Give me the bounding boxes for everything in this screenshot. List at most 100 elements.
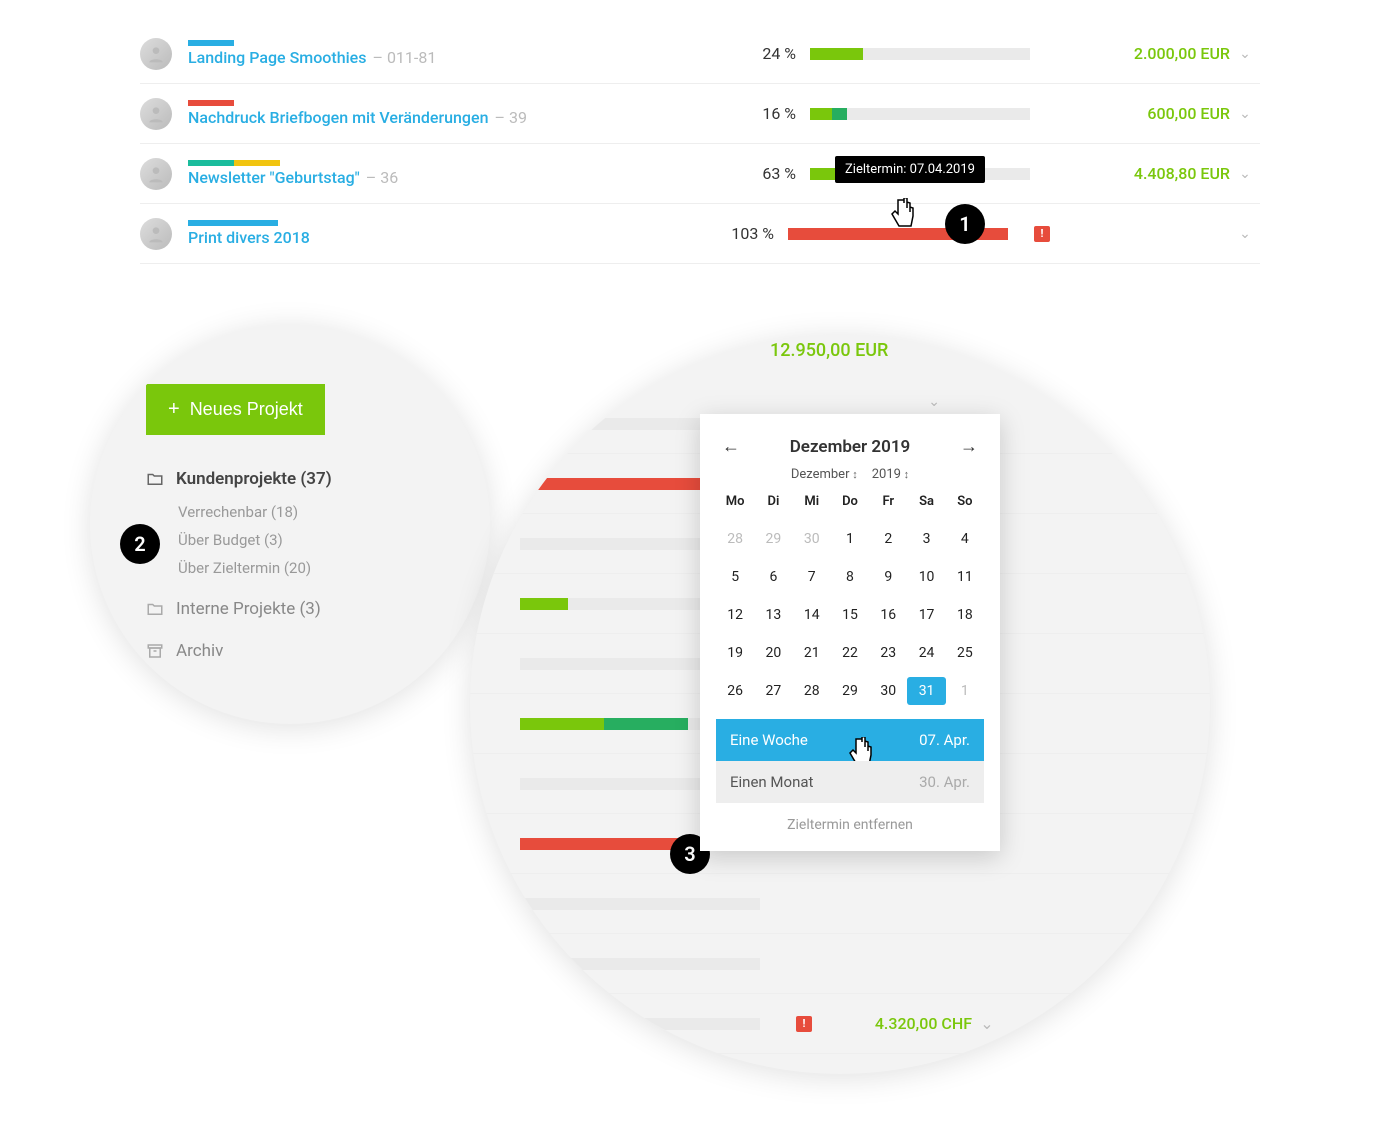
calendar-day[interactable]: 2 xyxy=(869,525,907,553)
calendar-day[interactable]: 30 xyxy=(869,677,907,705)
bg-row: !4.320,00 CHF⌄ xyxy=(470,994,1210,1054)
date-picker: ← Dezember 2019 → Dezember 2019 MoDiMiDo… xyxy=(700,414,1000,851)
chevron-down-icon[interactable]: ⌄ xyxy=(1230,226,1260,242)
folder-label: Interne Projekte (3) xyxy=(176,599,321,619)
bg-row xyxy=(470,874,1210,934)
quick-one-month[interactable]: Einen Monat 30. Apr. xyxy=(716,761,984,803)
avatar xyxy=(140,38,172,70)
quick-label: Einen Monat xyxy=(730,773,813,791)
project-link[interactable]: Print divers 2018 xyxy=(188,228,310,247)
calendar-day[interactable]: 28 xyxy=(793,677,831,705)
new-project-button[interactable]: + Neues Projekt xyxy=(146,384,325,435)
project-link[interactable]: Nachdruck Briefbogen mit Veränderungen xyxy=(188,108,488,127)
project-code: – 011-81 xyxy=(372,48,436,67)
avatar xyxy=(140,218,172,250)
calendar-day[interactable]: 4 xyxy=(946,525,984,553)
sidebar-zoom: + Neues Projekt Kundenprojekte (37) Verr… xyxy=(90,324,490,724)
calendar-day[interactable]: 23 xyxy=(869,639,907,667)
calendar-day[interactable]: 26 xyxy=(716,677,754,705)
project-link[interactable]: Landing Page Smoothies xyxy=(188,48,366,67)
project-row: Landing Page Smoothies – 011-81 24 % 2.000,… xyxy=(140,24,1260,84)
progress-percent: 63 % xyxy=(716,164,796,183)
calendar-day[interactable]: 29 xyxy=(831,677,869,705)
calendar-day[interactable]: 15 xyxy=(831,601,869,629)
calendar-day[interactable]: 19 xyxy=(716,639,754,667)
alert-icon: ! xyxy=(1034,226,1050,242)
calendar-day[interactable]: 29 xyxy=(754,525,792,553)
filter-billable[interactable]: Verrechenbar (18) xyxy=(178,503,450,521)
project-row: Newsletter "Geburtstag"– 3663 %4.408,80 … xyxy=(140,144,1260,204)
amount: 2.000,00 EUR xyxy=(1060,44,1230,63)
project-row: Print divers 2018103 %!⌄ xyxy=(140,204,1260,264)
prev-month-button[interactable]: ← xyxy=(716,432,746,461)
calendar-day[interactable]: 25 xyxy=(946,639,984,667)
calendar-day[interactable]: 6 xyxy=(754,563,792,591)
filter-over-deadline[interactable]: Über Zieltermin (20) xyxy=(178,559,450,577)
weekday-header: Sa xyxy=(907,494,945,515)
folder-label: Kundenprojekte (37) xyxy=(176,469,332,489)
datepicker-title: Dezember 2019 xyxy=(790,437,911,457)
weekday-header: Mo xyxy=(716,494,754,515)
remove-deadline[interactable]: Zieltermin entfernen xyxy=(716,803,984,837)
calendar-day[interactable]: 9 xyxy=(869,563,907,591)
sidebar-filters: Verrechenbar (18) Über Budget (3) Über Z… xyxy=(178,503,450,577)
calendar-day[interactable]: 11 xyxy=(946,563,984,591)
month-select[interactable]: Dezember xyxy=(791,467,858,482)
avatar xyxy=(140,158,172,190)
calendar-day[interactable]: 14 xyxy=(793,601,831,629)
year-select[interactable]: 2019 xyxy=(872,467,909,482)
filter-over-budget[interactable]: Über Budget (3) xyxy=(178,531,450,549)
callout-2: 2 xyxy=(120,524,160,564)
calendar-day[interactable]: 17 xyxy=(907,601,945,629)
calendar-day[interactable]: 8 xyxy=(831,563,869,591)
project-list: Landing Page Smoothies – 011-81 24 % 2.000,… xyxy=(140,24,1260,264)
sidebar-folder-customer[interactable]: Kundenprojekte (37) xyxy=(146,469,450,489)
archive-icon xyxy=(146,642,164,660)
calendar-day[interactable]: 13 xyxy=(754,601,792,629)
calendar-day[interactable]: 10 xyxy=(907,563,945,591)
progress-percent: 16 % xyxy=(716,104,796,123)
sidebar-archive[interactable]: Archiv xyxy=(146,641,450,661)
calendar-day[interactable]: 30 xyxy=(793,525,831,553)
quick-date: 30. Apr. xyxy=(919,773,970,791)
amount: 4.408,80 EUR xyxy=(1060,164,1230,183)
folder-icon xyxy=(146,470,164,488)
calendar-day[interactable]: 3 xyxy=(907,525,945,553)
folder-icon xyxy=(146,600,164,618)
calendar-day[interactable]: 1 xyxy=(946,677,984,705)
chevron-down-icon[interactable]: ⌄ xyxy=(1230,46,1260,62)
calendar-day[interactable]: 22 xyxy=(831,639,869,667)
datepicker-zoom: 12.950,00 EUR ⌄ !4.320,00 CHF⌄ ← Dezembe… xyxy=(470,334,1210,1074)
calendar-day[interactable]: 7 xyxy=(793,563,831,591)
project-code: – 39 xyxy=(494,108,526,127)
calendar-day[interactable]: 21 xyxy=(793,639,831,667)
next-month-button[interactable]: → xyxy=(954,432,984,461)
calendar-day[interactable]: 5 xyxy=(716,563,754,591)
project-link[interactable]: Newsletter "Geburtstag" xyxy=(188,168,360,187)
calendar-day[interactable]: 18 xyxy=(946,601,984,629)
archive-label: Archiv xyxy=(176,641,223,661)
new-project-label: Neues Projekt xyxy=(190,399,303,420)
calendar-day[interactable]: 24 xyxy=(907,639,945,667)
avatar xyxy=(140,98,172,130)
chevron-down-icon[interactable]: ⌄ xyxy=(972,1014,1002,1033)
calendar-day[interactable]: 20 xyxy=(754,639,792,667)
amount: 600,00 EUR xyxy=(1060,104,1230,123)
progress-bar xyxy=(810,48,1030,60)
callout-1: 1 xyxy=(945,204,985,244)
calendar-grid: MoDiMiDoFrSaSo28293012345678910111213141… xyxy=(716,494,984,705)
calendar-day[interactable]: 27 xyxy=(754,677,792,705)
calendar-day[interactable]: 31 xyxy=(907,677,945,705)
project-row: Nachdruck Briefbogen mit Veränderungen – … xyxy=(140,84,1260,144)
sidebar-folder-internal[interactable]: Interne Projekte (3) xyxy=(146,599,450,619)
chevron-down-icon[interactable]: ⌄ xyxy=(1230,106,1260,122)
weekday-header: Mi xyxy=(793,494,831,515)
calendar-day[interactable]: 28 xyxy=(716,525,754,553)
quick-one-week[interactable]: Eine Woche 07. Apr. xyxy=(716,719,984,761)
calendar-day[interactable]: 1 xyxy=(831,525,869,553)
weekday-header: Fr xyxy=(869,494,907,515)
calendar-day[interactable]: 16 xyxy=(869,601,907,629)
chevron-down-icon[interactable]: ⌄ xyxy=(1230,166,1260,182)
calendar-day[interactable]: 12 xyxy=(716,601,754,629)
progress-percent: 24 % xyxy=(716,44,796,63)
